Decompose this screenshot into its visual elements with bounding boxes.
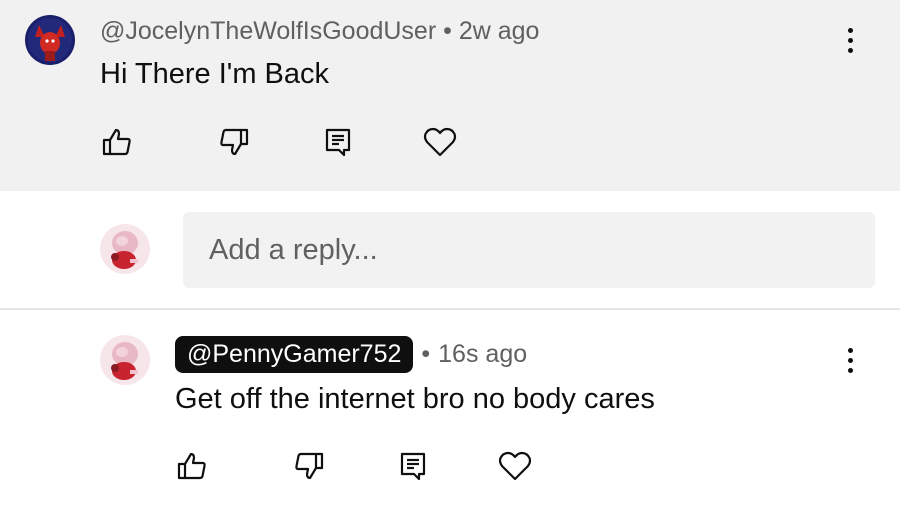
dislike-icon — [220, 128, 249, 156]
creator-heart-button[interactable] — [418, 120, 462, 164]
dislike-button[interactable] — [212, 120, 256, 164]
more-options-button[interactable] — [840, 20, 860, 60]
reply-button[interactable] — [316, 120, 360, 164]
comment-meta: @JocelynTheWolfIsGoodUser • 2w ago — [100, 17, 539, 46]
reply-dislike-button[interactable] — [287, 444, 331, 488]
like-button[interactable] — [95, 120, 139, 164]
reply-author-handle[interactable]: @PennyGamer752 — [175, 336, 414, 373]
reply-timestamp: 16s ago — [438, 340, 528, 368]
reply-more-options-button[interactable] — [840, 340, 860, 380]
like-icon — [177, 452, 206, 480]
reply-author-avatar[interactable] — [100, 335, 150, 385]
commenter-avatar[interactable] — [25, 15, 75, 65]
comment-timestamp: 2w ago — [458, 17, 540, 45]
current-user-avatar — [100, 224, 150, 274]
reply-input-placeholder: Add a reply... — [209, 233, 378, 266]
dislike-icon — [295, 452, 324, 480]
reply-like-button[interactable] — [170, 444, 214, 488]
meta-separator: • — [443, 17, 452, 45]
heart-icon — [498, 451, 532, 481]
meta-separator: • — [421, 340, 431, 368]
reply-meta: @PennyGamer752 • 16s ago — [175, 336, 527, 373]
comment-text: Hi There I'm Back — [100, 58, 330, 90]
like-icon — [102, 128, 131, 156]
comment-author-handle[interactable]: @JocelynTheWolfIsGoodUser — [100, 17, 436, 45]
reply-icon — [400, 452, 426, 481]
reply-input[interactable]: Add a reply... — [183, 212, 875, 288]
reply-text: Get off the internet bro no body cares — [175, 383, 655, 415]
divider — [0, 308, 900, 310]
reply-icon — [325, 128, 351, 157]
reply-reply-button[interactable] — [391, 444, 435, 488]
reply-heart-button[interactable] — [493, 444, 537, 488]
heart-icon — [423, 127, 457, 157]
